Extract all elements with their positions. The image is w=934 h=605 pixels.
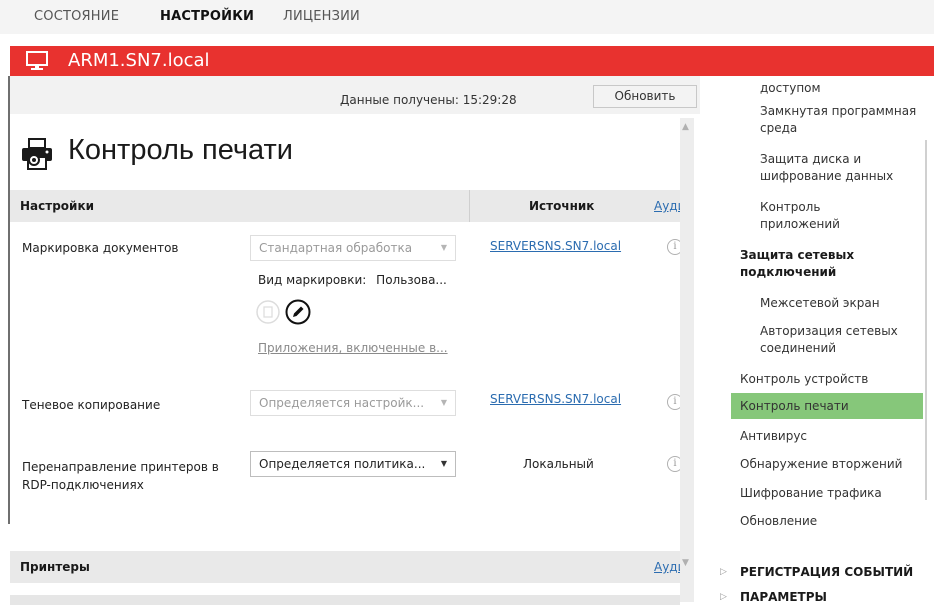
sidebar-item-firewall[interactable]: Межсетевой экран — [760, 295, 880, 312]
rdp-printer-redirect-label: Перенаправление принтеров в RDP-подключе… — [22, 460, 219, 492]
settings-section-header: Настройки Источник Аудит — [10, 190, 682, 222]
sidebar-item-closed-env[interactable]: Замкнутая программная среда — [760, 103, 920, 137]
chevron-right-icon[interactable]: ▷ — [720, 567, 727, 577]
shadow-copy-source[interactable]: SERVERSNS.SN7.local — [490, 392, 621, 406]
sidebar-item-network-protection[interactable]: Защита сетевых подключений — [740, 247, 880, 281]
tab-status[interactable]: СОСТОЯНИЕ — [34, 9, 119, 24]
sidebar-item-intrusion-detection[interactable]: Обнаружение вторжений — [740, 456, 902, 473]
refresh-button[interactable]: Обновить — [593, 85, 697, 108]
document-marking-value: Стандартная обработка — [259, 241, 413, 255]
sidebar-item-traffic-encryption[interactable]: Шифрование трафика — [740, 485, 882, 502]
page-title: Контроль печати — [68, 134, 293, 166]
sidebar-item-network-auth[interactable]: Авторизация сетевых соединений — [760, 323, 910, 357]
data-received-label: Данные получены: — [340, 93, 459, 107]
host-bar: ARM1.SN7.local — [10, 46, 934, 76]
top-tab-bar: СОСТОЯНИЕ НАСТРОЙКИ ЛИЦЕНЗИИ — [0, 0, 934, 34]
marking-kind-value: Пользова... — [376, 273, 447, 287]
apps-included-link[interactable]: Приложения, включенные в... — [258, 341, 448, 355]
sidebar-group-event-log[interactable]: РЕГИСТРАЦИЯ СОБЫТИЙ — [740, 565, 913, 579]
host-name: ARM1.SN7.local — [68, 50, 210, 71]
column-divider — [469, 190, 470, 222]
document-marking-source[interactable]: SERVERSNS.SN7.local — [490, 239, 621, 253]
settings-section-title: Настройки — [20, 199, 95, 213]
data-received-text: Данные получены: 15:29:28 — [340, 93, 517, 107]
marking-kind-label: Вид маркировки: — [258, 273, 367, 287]
shadow-copy-value: Определяется настройк... — [259, 396, 425, 410]
horizontal-scrollbar[interactable] — [10, 595, 680, 605]
sidebar-group-parameters[interactable]: ПАРАМЕТРЫ — [740, 590, 827, 604]
document-marking-select[interactable]: Стандартная обработка ▼ — [250, 235, 456, 261]
chevron-down-icon: ▼ — [440, 398, 447, 407]
shadow-copy-select[interactable]: Определяется настройк... ▼ — [250, 390, 456, 416]
marking-kind: Вид маркировки: Пользова... — [258, 273, 447, 287]
chevron-right-icon[interactable]: ▷ — [720, 592, 727, 602]
source-column-header: Источник — [529, 199, 595, 213]
scroll-up-icon[interactable]: ▲ — [682, 122, 689, 132]
sidebar-scroll-track — [925, 140, 927, 500]
printer-icon — [22, 138, 52, 170]
page-title-row: Контроль печати — [10, 118, 690, 188]
tab-settings[interactable]: НАСТРОЙКИ — [160, 9, 254, 24]
audit-link[interactable]: Аудит — [654, 199, 682, 213]
sidebar-item-access[interactable]: доступом — [760, 80, 821, 97]
data-received-time: 15:29:28 — [462, 93, 517, 107]
copy-icon[interactable] — [256, 300, 280, 324]
printers-section-title: Принтеры — [20, 560, 90, 574]
sidebar-item-device-control[interactable]: Контроль устройств — [740, 371, 868, 388]
shadow-copy-label: Теневое копирование — [22, 398, 161, 412]
info-row: Данные получены: 15:29:28 Обновить — [10, 76, 700, 114]
sidebar-item-app-control[interactable]: Контроль приложений — [760, 199, 880, 233]
tab-licenses[interactable]: ЛИЦЕНЗИИ — [283, 9, 360, 24]
edit-icon[interactable] — [285, 299, 311, 325]
chevron-down-icon: ▼ — [440, 459, 447, 468]
rdp-printer-redirect-value: Определяется политика... — [259, 457, 426, 471]
chevron-down-icon: ▼ — [440, 243, 447, 252]
document-marking-label: Маркировка документов — [22, 241, 179, 255]
scroll-down-icon[interactable]: ▼ — [682, 558, 689, 568]
left-edge — [0, 76, 10, 605]
vertical-scrollbar[interactable]: ▲ ▼ — [680, 118, 694, 602]
rdp-printer-redirect-select[interactable]: Определяется политика... ▼ — [250, 451, 456, 477]
sidebar-item-update[interactable]: Обновление — [740, 513, 817, 530]
printers-section-header: Принтеры Аудит — [10, 551, 682, 583]
sidebar-item-antivirus[interactable]: Антивирус — [740, 428, 807, 445]
audit-link[interactable]: Аудит — [654, 560, 682, 574]
sidebar-item-print-control[interactable]: Контроль печати — [740, 398, 849, 415]
sidebar-item-disk-protection[interactable]: Защита диска и шифрование данных — [760, 151, 920, 185]
monitor-icon — [26, 51, 48, 70]
rdp-printer-redirect-source: Локальный — [523, 457, 594, 471]
